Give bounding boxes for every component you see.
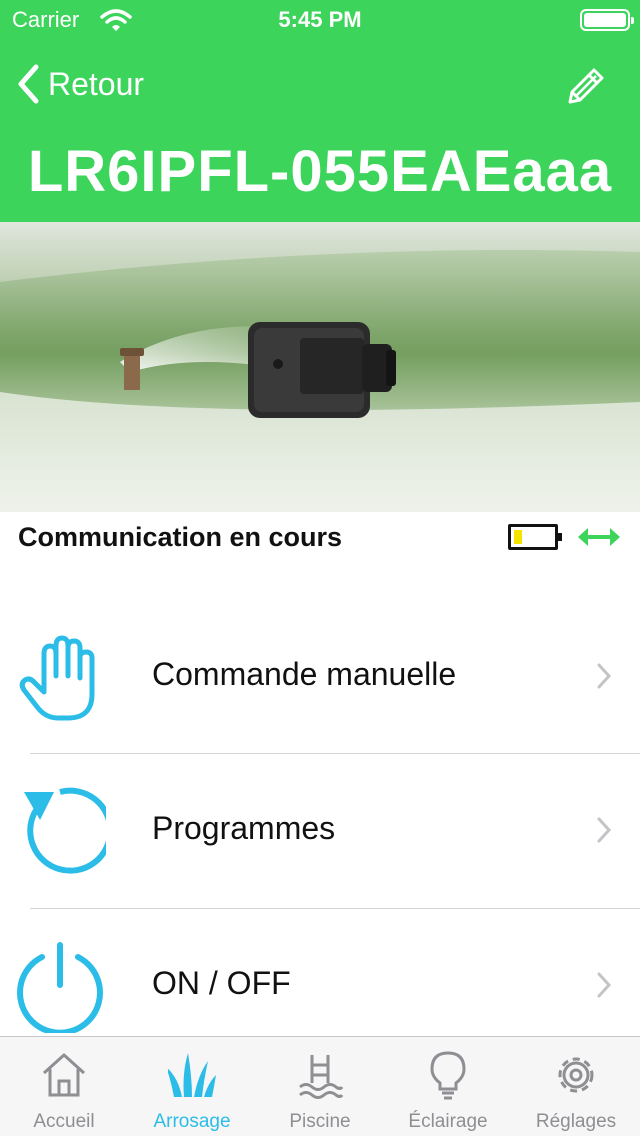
- nav-header: Retour LR6IPFL-055EAEaaa: [0, 40, 640, 222]
- sprinkler-scene-illustration: [0, 250, 640, 512]
- tab-accueil[interactable]: Accueil: [0, 1037, 128, 1136]
- tab-label: Réglages: [535, 1111, 617, 1132]
- device-battery-icon: [508, 524, 562, 550]
- tab-arrosage[interactable]: Arrosage: [128, 1037, 256, 1136]
- menu-item-manual-command[interactable]: Commande manuelle: [0, 600, 640, 755]
- communication-status-text: Communication en cours: [18, 522, 343, 552]
- chevron-left-icon: [18, 64, 39, 104]
- chevron-right-icon: [597, 663, 612, 689]
- grass-icon: [168, 1053, 216, 1097]
- tab-label: Piscine: [289, 1111, 351, 1132]
- hand-icon: [19, 635, 95, 721]
- back-label: Retour: [48, 65, 145, 102]
- double-arrow-icon: [578, 528, 620, 546]
- gear-icon: [558, 1057, 594, 1093]
- tab-label: Accueil: [33, 1111, 95, 1132]
- menu-item-label: Commande manuelle: [152, 656, 457, 692]
- menu-item-label: Programmes: [152, 810, 336, 846]
- chevron-right-icon: [597, 817, 612, 843]
- tab-label: Arrosage: [153, 1111, 231, 1132]
- power-icon: [17, 942, 103, 1033]
- back-button[interactable]: Retour: [16, 62, 144, 106]
- menu-item-label: ON / OFF: [152, 965, 291, 1001]
- pool-icon: [299, 1055, 344, 1099]
- refresh-icon: [24, 787, 106, 874]
- chevron-right-icon: [597, 972, 612, 998]
- pencil-icon[interactable]: [562, 62, 610, 110]
- page-title: LR6IPFL-055EAEaaa: [27, 139, 613, 204]
- tab-bar: Accueil Arrosage Piscine Éclairage Régla…: [0, 1036, 640, 1136]
- tab-label: Éclairage: [408, 1111, 488, 1132]
- home-icon: [42, 1053, 86, 1097]
- menu-item-programs[interactable]: Programmes: [0, 754, 640, 909]
- status-time: 5:45 PM: [278, 7, 362, 32]
- bulb-icon: [430, 1051, 466, 1100]
- status-bar: Carrier 5:45 PM: [0, 0, 640, 40]
- status-battery-icon: [580, 9, 634, 31]
- hero-image: [0, 222, 640, 512]
- communication-status-row: Communication en cours: [0, 512, 640, 568]
- tab-eclairage[interactable]: Éclairage: [384, 1037, 512, 1136]
- tab-reglages[interactable]: Réglages: [512, 1037, 640, 1136]
- tab-piscine[interactable]: Piscine: [256, 1037, 384, 1136]
